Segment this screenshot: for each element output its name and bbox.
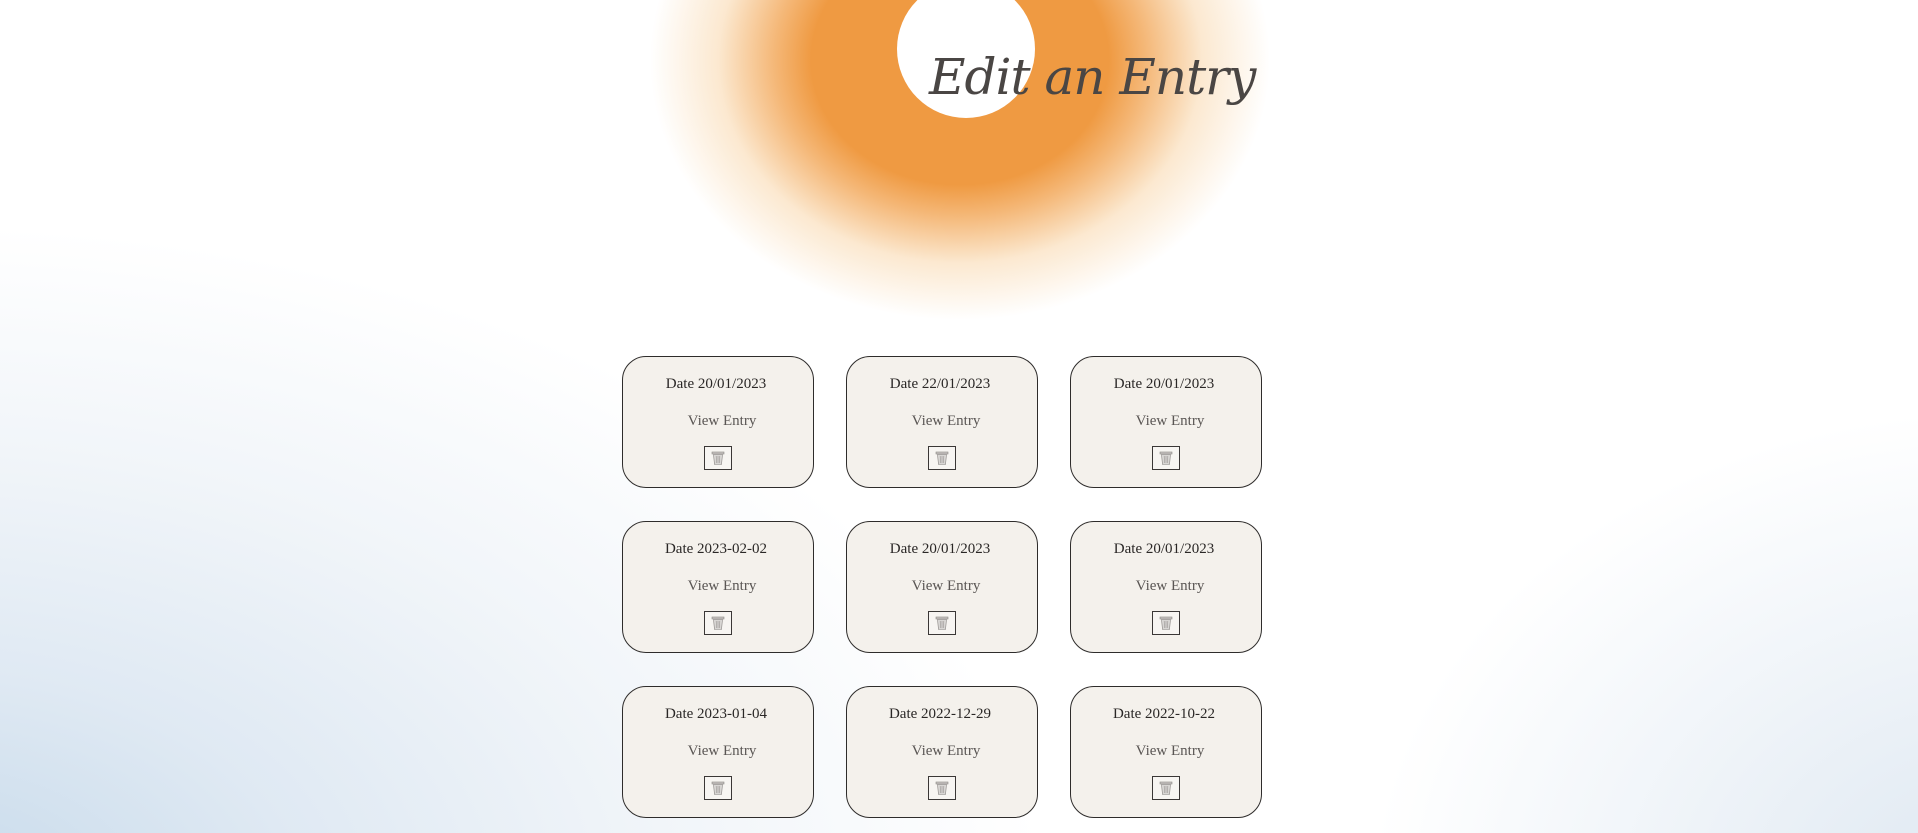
trash-icon: [1158, 450, 1174, 466]
delete-entry-button[interactable]: [1152, 776, 1180, 800]
entry-card: Date 22/01/2023 View Entry: [846, 356, 1038, 488]
view-entry-link[interactable]: View Entry: [688, 578, 757, 595]
delete-entry-button[interactable]: [1152, 611, 1180, 635]
trash-icon: [710, 780, 726, 796]
view-entry-link[interactable]: View Entry: [688, 413, 757, 430]
entry-card: Date 20/01/2023 View Entry: [1070, 521, 1262, 653]
view-entry-link[interactable]: View Entry: [1136, 743, 1205, 760]
entry-date: Date 2022-10-22: [1112, 706, 1216, 722]
delete-entry-button[interactable]: [928, 446, 956, 470]
delete-entry-button[interactable]: [928, 611, 956, 635]
view-entry-link[interactable]: View Entry: [912, 743, 981, 760]
view-entry-link[interactable]: View Entry: [1136, 413, 1205, 430]
delete-entry-button[interactable]: [704, 611, 732, 635]
entry-date: Date 22/01/2023: [889, 376, 991, 392]
view-entry-link[interactable]: View Entry: [1136, 578, 1205, 595]
trash-icon: [934, 780, 950, 796]
entries-grid: Date 20/01/2023 View Entry Date 22/01/20…: [622, 356, 1262, 818]
delete-entry-button[interactable]: [1152, 446, 1180, 470]
page-title: Edit an Entry: [929, 48, 1256, 106]
delete-entry-button[interactable]: [704, 446, 732, 470]
trash-icon: [710, 450, 726, 466]
entry-date: Date 20/01/2023: [1113, 541, 1215, 557]
entry-date: Date 20/01/2023: [889, 541, 991, 557]
entry-date: Date 20/01/2023: [665, 376, 767, 392]
entry-date: Date 2023-01-04: [664, 706, 768, 722]
trash-icon: [1158, 615, 1174, 631]
delete-entry-button[interactable]: [704, 776, 732, 800]
entry-card: Date 2022-12-29 View Entry: [846, 686, 1038, 818]
view-entry-link[interactable]: View Entry: [912, 578, 981, 595]
trash-icon: [934, 615, 950, 631]
entry-card: Date 20/01/2023 View Entry: [1070, 356, 1262, 488]
entry-card: Date 2023-02-02 View Entry: [622, 521, 814, 653]
trash-icon: [1158, 780, 1174, 796]
view-entry-link[interactable]: View Entry: [912, 413, 981, 430]
entry-card: Date 2023-01-04 View Entry: [622, 686, 814, 818]
entry-card: Date 2022-10-22 View Entry: [1070, 686, 1262, 818]
delete-entry-button[interactable]: [928, 776, 956, 800]
entry-date: Date 20/01/2023: [1113, 376, 1215, 392]
view-entry-link[interactable]: View Entry: [688, 743, 757, 760]
trash-icon: [934, 450, 950, 466]
entry-date: Date 2023-02-02: [664, 541, 768, 557]
entry-card: Date 20/01/2023 View Entry: [846, 521, 1038, 653]
trash-icon: [710, 615, 726, 631]
entry-date: Date 2022-12-29: [888, 706, 992, 722]
entry-card: Date 20/01/2023 View Entry: [622, 356, 814, 488]
